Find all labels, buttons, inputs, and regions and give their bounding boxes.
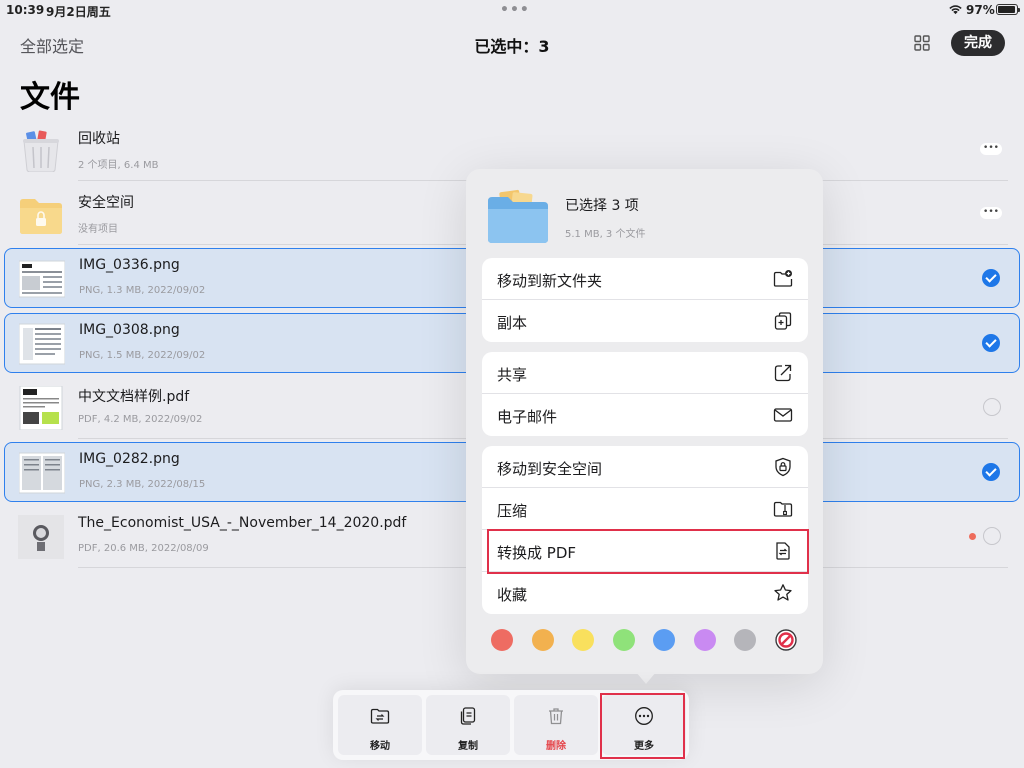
- move-button[interactable]: 移动: [338, 695, 422, 755]
- selected-checkmark-icon[interactable]: [982, 463, 1000, 481]
- share-item[interactable]: 共享: [482, 352, 808, 394]
- battery-icon: [996, 4, 1020, 15]
- file-meta: PDF, 20.6 MB, 2022/08/09: [78, 543, 209, 554]
- more-options-icon[interactable]: •••: [980, 143, 1002, 155]
- secure-folder-icon: [20, 199, 62, 234]
- copy-icon: [460, 707, 476, 725]
- file-meta: PNG, 1.3 MB, 2022/09/02: [79, 285, 206, 296]
- selected-checkmark-icon[interactable]: [982, 269, 1000, 287]
- trash-icon: [549, 708, 563, 725]
- pdf-thumbnail: [19, 386, 63, 430]
- more-options-icon[interactable]: •••: [980, 207, 1002, 219]
- new-folder-icon: [773, 270, 793, 287]
- duplicate-icon: [774, 312, 792, 330]
- delete-button[interactable]: 删除: [514, 695, 598, 755]
- multitask-dots[interactable]: •••: [500, 2, 530, 18]
- menu-item-label: 收藏: [497, 586, 528, 604]
- tag-gray[interactable]: [734, 629, 756, 651]
- copy-button[interactable]: 复制: [426, 695, 510, 755]
- red-tag-dot: [969, 533, 976, 540]
- email-item[interactable]: 电子邮件: [482, 394, 808, 436]
- grid-view-icon[interactable]: [914, 35, 930, 51]
- tag-color-picker: [482, 628, 808, 652]
- file-name: IMG_0282.png: [79, 451, 180, 467]
- status-date: 9月2日周五: [46, 5, 111, 19]
- file-name: 中文文档样例.pdf: [78, 389, 190, 405]
- menu-group-1: 移动到新文件夹 副本: [482, 258, 808, 342]
- tag-red[interactable]: [491, 629, 513, 651]
- file-meta: PNG, 1.5 MB, 2022/09/02: [79, 350, 206, 361]
- image-thumbnail: [19, 452, 65, 494]
- menu-item-label: 压缩: [497, 502, 528, 520]
- file-meta: 2 个项目, 6.4 MB: [78, 160, 159, 171]
- wifi-icon: [949, 5, 962, 15]
- file-name: 回收站: [78, 131, 120, 147]
- file-meta: PDF, 4.2 MB, 2022/09/02: [78, 414, 203, 425]
- move-folder-icon: [370, 708, 390, 724]
- selected-checkmark-icon[interactable]: [982, 334, 1000, 352]
- file-name: IMG_0336.png: [79, 257, 180, 273]
- more-actions-popup: 已选择 3 项 5.1 MB, 3 个文件 移动到新文件夹 副本 共享 电子邮件…: [466, 169, 823, 674]
- done-button[interactable]: 完成: [951, 30, 1005, 56]
- tag-yellow[interactable]: [572, 629, 594, 651]
- file-meta: PNG, 2.3 MB, 2022/08/15: [79, 479, 206, 490]
- unselected-circle-icon[interactable]: [983, 398, 1001, 416]
- nav-title: 已选中：3: [474, 37, 550, 56]
- status-bar: 10:39 9月2日周五 ••• 97%: [0, 0, 1024, 20]
- clear-tag-icon[interactable]: [775, 629, 797, 651]
- zip-icon: [773, 501, 793, 517]
- menu-item-label: 电子邮件: [497, 408, 558, 426]
- tag-blue[interactable]: [653, 629, 675, 651]
- file-name: The_Economist_USA_-_November_14_2020.pdf: [78, 515, 407, 531]
- highlight-convert-pdf: [487, 529, 809, 574]
- file-meta: 没有项目: [78, 224, 118, 235]
- popup-arrow: [636, 672, 656, 684]
- unselected-circle-icon[interactable]: [983, 527, 1001, 545]
- tag-purple[interactable]: [694, 629, 716, 651]
- tag-orange[interactable]: [532, 629, 554, 651]
- highlight-more-button: [600, 693, 685, 759]
- file-name: 安全空间: [78, 195, 134, 211]
- lock-shield-icon: [775, 457, 791, 477]
- file-name: IMG_0308.png: [79, 322, 180, 338]
- toolbar-label: 复制: [458, 741, 478, 752]
- duplicate-item[interactable]: 副本: [482, 300, 808, 342]
- favorite-item[interactable]: 收藏: [482, 572, 808, 614]
- image-thumbnail: [19, 260, 65, 298]
- popup-subtitle: 5.1 MB, 3 个文件: [565, 229, 646, 240]
- page-title: 文件: [20, 80, 80, 115]
- move-to-secure-space-item[interactable]: 移动到安全空间: [482, 446, 808, 488]
- battery-percent: 97%: [966, 3, 995, 17]
- folder-icon: [488, 189, 548, 243]
- share-icon: [774, 364, 792, 382]
- star-icon: [774, 584, 792, 601]
- menu-item-label: 副本: [497, 314, 528, 332]
- popup-title: 已选择 3 项: [565, 198, 639, 214]
- image-thumbnail: [19, 323, 65, 365]
- mail-icon: [773, 408, 793, 422]
- pdf-thumbnail: [18, 515, 64, 559]
- trash-bin-icon: [23, 130, 59, 172]
- move-to-new-folder-item[interactable]: 移动到新文件夹: [482, 258, 808, 300]
- tag-green[interactable]: [613, 629, 635, 651]
- status-time: 10:39: [6, 3, 45, 17]
- compress-item[interactable]: 压缩: [482, 488, 808, 530]
- menu-group-2: 共享 电子邮件: [482, 352, 808, 436]
- menu-item-label: 共享: [497, 366, 528, 384]
- toolbar-label: 移动: [370, 741, 390, 752]
- toolbar-label: 删除: [546, 741, 566, 752]
- menu-item-label: 移动到新文件夹: [497, 272, 603, 290]
- menu-item-label: 移动到安全空间: [497, 460, 603, 478]
